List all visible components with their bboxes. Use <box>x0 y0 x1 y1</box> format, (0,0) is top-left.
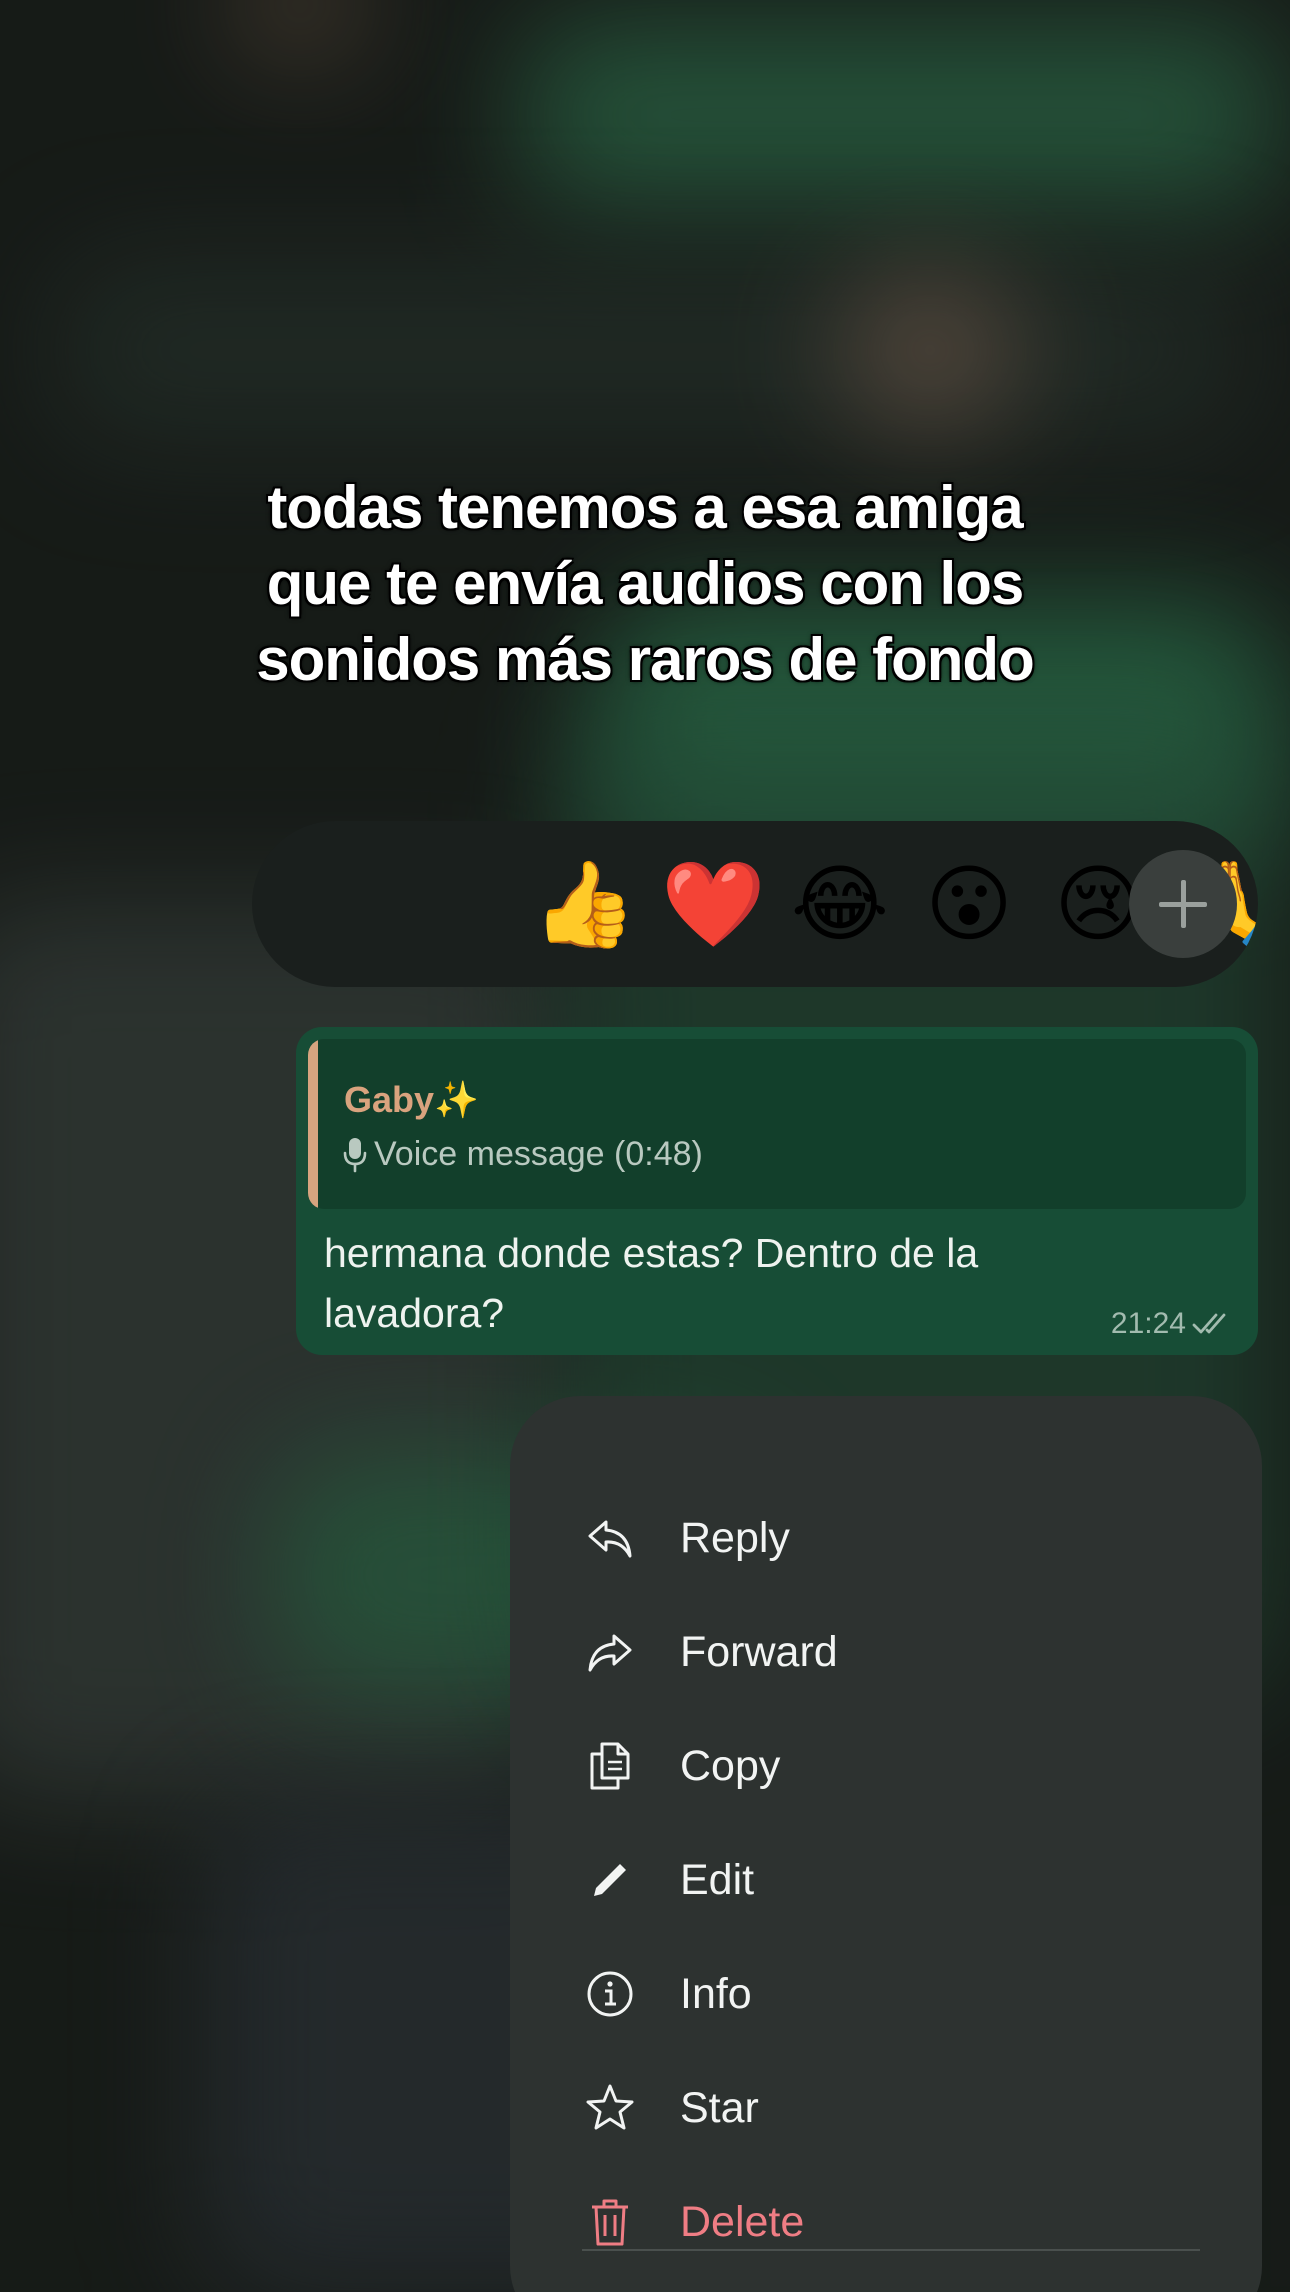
reply-icon <box>588 1520 632 1558</box>
menu-item-forward[interactable]: Forward <box>510 1595 1262 1709</box>
caption-line: todas tenemos a esa amiga <box>267 474 1023 541</box>
reaction-heart[interactable]: ❤️ <box>661 854 766 954</box>
info-icon <box>587 1971 633 2017</box>
forward-icon <box>588 1634 632 1672</box>
menu-item-info[interactable]: Info <box>510 1937 1262 2051</box>
microphone-icon <box>343 1137 367 1172</box>
quote-text: Voice message (0:48) <box>374 1135 703 1173</box>
menu-label: Reply <box>680 1513 790 1562</box>
menu-item-reply[interactable]: Reply <box>510 1481 1262 1595</box>
double-check-icon <box>1192 1313 1226 1334</box>
message-bubble[interactable]: Gaby✨ Voice message (0:48) hermana donde… <box>296 1027 1258 1355</box>
message-context-menu: Reply Forward Copy Edit Info Star Delete <box>510 1396 1262 2292</box>
menu-divider <box>582 2249 1200 2251</box>
menu-label: Edit <box>680 1855 755 1904</box>
star-icon <box>586 2084 634 2130</box>
menu-label: Info <box>680 1969 752 2018</box>
menu-item-star[interactable]: Star <box>510 2051 1262 2165</box>
menu-item-edit[interactable]: Edit <box>510 1823 1262 1937</box>
menu-label: Copy <box>680 1741 781 1790</box>
menu-item-copy[interactable]: Copy <box>510 1709 1262 1823</box>
caption-line: que te envía audios con los <box>266 550 1025 617</box>
menu-item-delete[interactable]: Delete <box>510 2165 1262 2279</box>
video-caption: todas tenemos a esa amiga que te envía a… <box>0 470 1290 698</box>
message-meta: 21:24 <box>1111 1307 1232 1341</box>
reaction-bar: 👍 ❤️ 😂 😮 😢 🙏 🧚 <box>252 821 1258 987</box>
quote-accent-bar <box>308 1039 318 1209</box>
caption-line: sonidos más raros de fondo <box>256 626 1034 693</box>
reaction-surprised[interactable]: 😮 <box>919 854 1019 954</box>
menu-label: Star <box>680 2083 759 2132</box>
reaction-laughing[interactable]: 😂 <box>790 854 890 954</box>
pencil-icon <box>594 1864 626 1896</box>
message-text: hermana donde estas? Dentro de la lavado… <box>324 1230 979 1336</box>
menu-label: Forward <box>680 1627 838 1676</box>
message-time: 21:24 <box>1110 1307 1186 1340</box>
copy-icon <box>590 1742 630 1790</box>
reaction-thumbs-up[interactable]: 👍 <box>532 854 637 954</box>
quoted-message[interactable]: Gaby✨ Voice message (0:48) <box>308 1039 1246 1209</box>
plus-icon[interactable] <box>1129 850 1237 958</box>
menu-label: Delete <box>680 2197 805 2246</box>
quote-author: Gaby✨ <box>344 1079 479 1120</box>
trash-icon <box>592 2199 628 2246</box>
